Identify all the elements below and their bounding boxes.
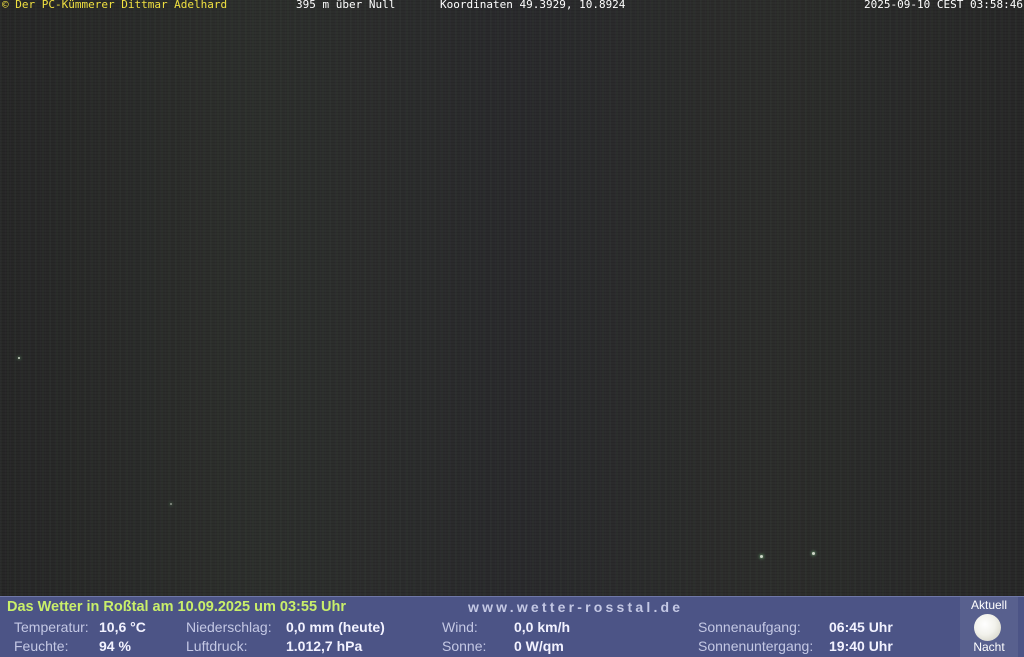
- precipitation-label: Niederschlag:: [186, 619, 272, 635]
- moon-caption-top: Aktuell: [970, 598, 1008, 612]
- timestamp-text: 2025-09-10 CEST 03:58:46: [864, 0, 1023, 11]
- temperature-value: 10,6 °C: [99, 619, 146, 635]
- sun-label: Sonne:: [442, 638, 487, 654]
- pressure-value: 1.012,7 hPa: [286, 638, 363, 654]
- distant-light: [170, 503, 172, 505]
- distant-light: [18, 357, 20, 359]
- wind-value: 0,0 km/h: [514, 619, 571, 635]
- distant-light: [760, 555, 763, 558]
- humidity-value: 94 %: [99, 638, 131, 654]
- humidity-label: Feuchte:: [14, 638, 69, 654]
- wind-label: Wind:: [442, 619, 478, 635]
- sunset-value: 19:40 Uhr: [829, 638, 893, 654]
- weather-panel: Das Wetter in Roßtal am 10.09.2025 um 03…: [0, 596, 1024, 657]
- sunset-label: Sonnenuntergang:: [698, 638, 814, 654]
- coordinates-text: Koordinaten 49.3929, 10.8924: [440, 0, 626, 11]
- webcam-image: [0, 0, 1024, 596]
- moon-icon: [974, 614, 1001, 641]
- altitude-text: 395 m über Null: [296, 0, 396, 11]
- camera-info-overlay: © Der PC-Kümmerer Dittmar Adelhard 395 m…: [0, 0, 1024, 12]
- weather-headline: Das Wetter in Roßtal am 10.09.2025 um 03…: [7, 599, 347, 615]
- precipitation-value: 0,0 mm (heute): [286, 619, 385, 635]
- distant-light: [812, 552, 815, 555]
- moon-caption-bottom: Nacht: [973, 640, 1005, 654]
- sun-value: 0 W/qm: [514, 638, 564, 654]
- pressure-label: Luftdruck:: [186, 638, 248, 654]
- copyright-owner: © Der PC-Kümmerer Dittmar Adelhard: [2, 0, 228, 11]
- temperature-label: Temperatur:: [14, 619, 89, 635]
- sunrise-value: 06:45 Uhr: [829, 619, 893, 635]
- sunrise-label: Sonnenaufgang:: [698, 619, 801, 635]
- website-link[interactable]: www.wetter-rosstal.de: [468, 599, 683, 615]
- moon-phase-box: Aktuell Nacht: [960, 597, 1018, 657]
